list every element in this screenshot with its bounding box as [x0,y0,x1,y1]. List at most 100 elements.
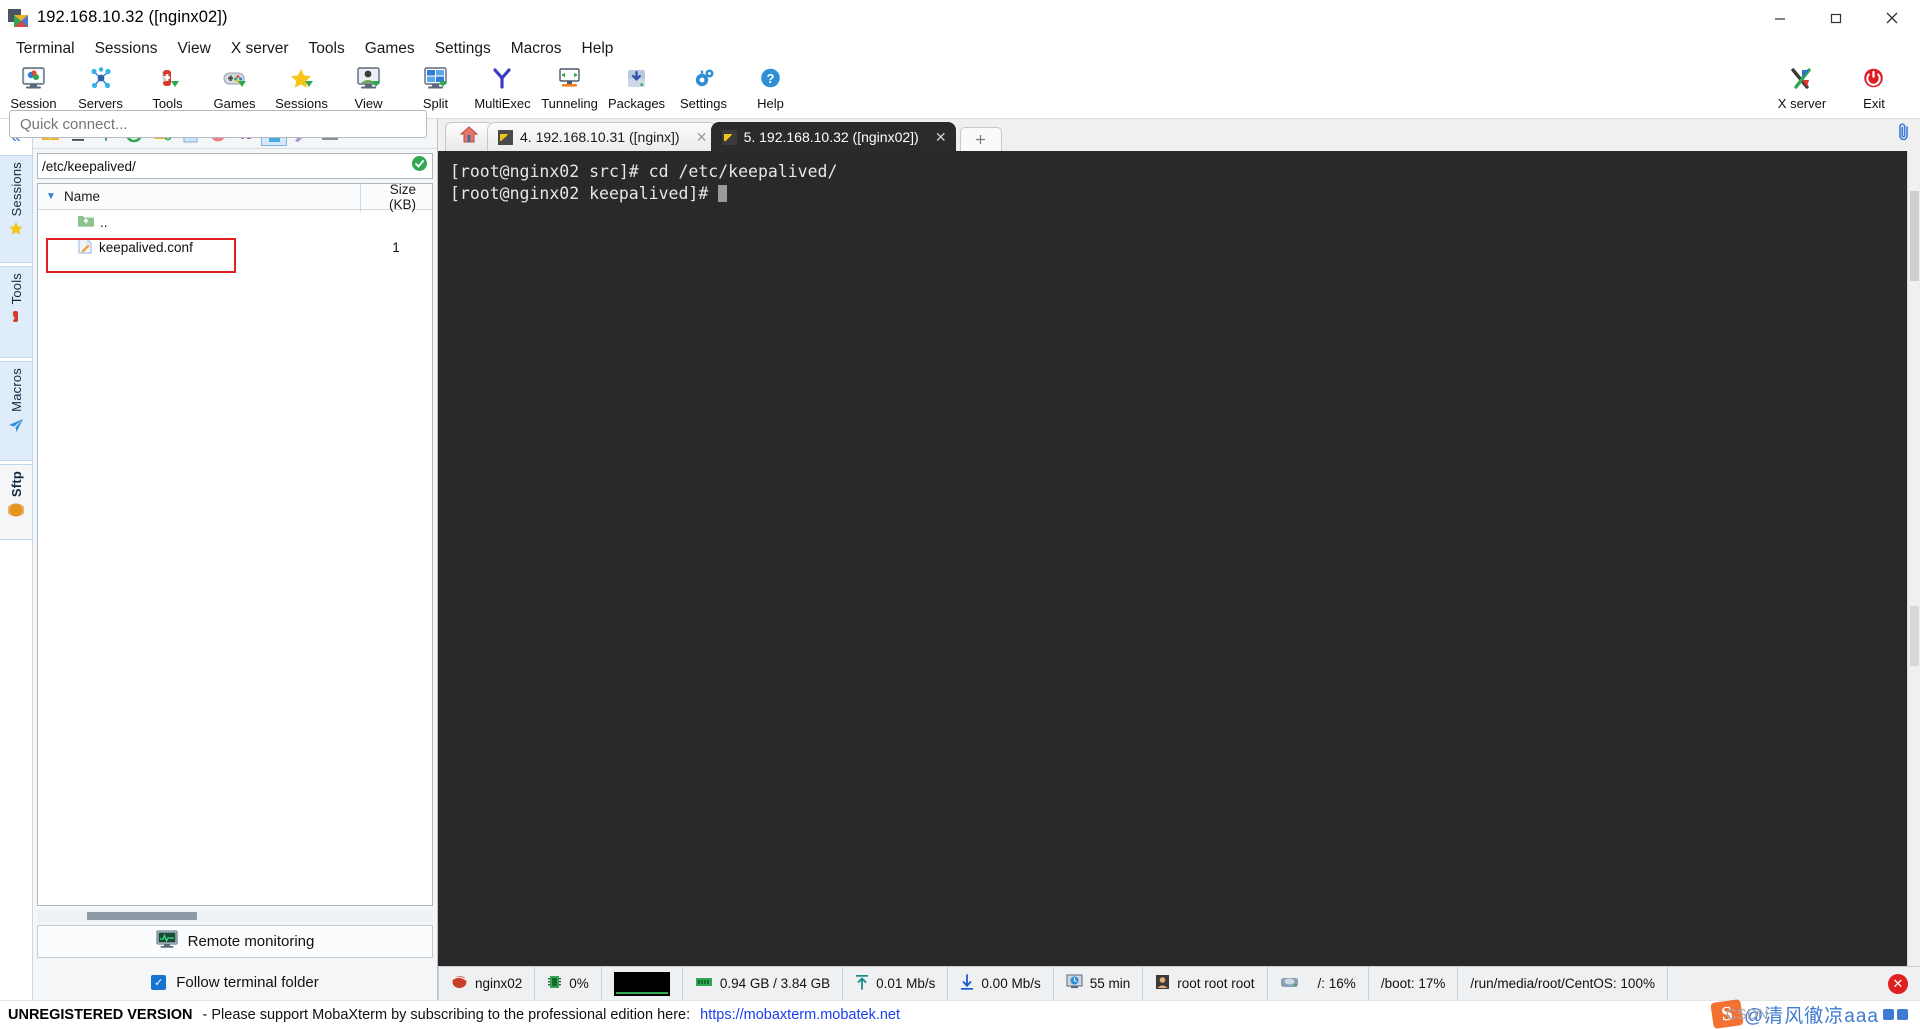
settings-gear-icon [691,64,717,94]
highlight-box [46,238,236,273]
exit-power-icon [1861,64,1887,94]
close-icon[interactable]: ✕ [694,129,710,146]
tab-bar: 4. 192.168.10.31 ([nginx]) ✕ 5. 192.168.… [438,119,1920,151]
menu-view[interactable]: View [167,36,220,61]
terminal-tab-icon [498,129,513,145]
menu-sessions[interactable]: Sessions [85,36,168,61]
cpu-icon [547,974,562,993]
packages-icon [624,64,650,94]
plane-icon [8,417,24,435]
sort-desc-icon[interactable]: ▼ [38,191,64,202]
toolbar-help-button[interactable]: ? Help [737,64,804,111]
upload-icon [855,974,869,994]
new-tab-button[interactable] [959,127,1002,151]
toolbar-view-label: View [354,96,383,111]
toolbar-multiexec-button[interactable]: MultiExec [469,64,536,111]
toolbar-games-button[interactable]: Games [201,64,268,111]
help-icon: ? [758,64,784,94]
star-icon [8,221,24,239]
close-icon[interactable]: ✕ [933,129,949,146]
servers-icon [88,64,114,94]
sessions-star-icon [289,64,315,94]
list-item-size: 1 [392,240,400,255]
toolbar-right-group: X server Exit [1766,64,1910,111]
view-icon [356,64,382,94]
menu-help[interactable]: Help [572,36,624,61]
window-title: 192.168.10.32 ([nginx02]) [37,8,228,26]
toolbar-help-label: Help [757,96,784,111]
toolbar-view-button[interactable]: View [335,64,402,111]
scrollbar-thumb[interactable] [1910,191,1919,281]
menu-terminal[interactable]: Terminal [6,36,85,61]
toolbar-session-button[interactable]: Session [0,64,67,111]
toolbar-settings-button[interactable]: Settings [670,64,737,111]
sftp-path-text: /etc/keepalived/ [42,158,136,174]
toolbar-tunneling-button[interactable]: Tunneling [536,64,603,111]
sidebar-item-sessions[interactable]: Sessions [0,155,33,263]
toolbar-split-button[interactable]: Split [402,64,469,111]
title-bar: 192.168.10.32 ([nginx02]) [0,0,1920,36]
home-tab[interactable] [445,122,493,151]
scrollbar-thumb[interactable] [87,912,197,920]
maximize-button[interactable] [1808,0,1864,36]
column-name[interactable]: Name [64,189,360,204]
toolbar-packages-button[interactable]: Packages [603,64,670,111]
terminal-line-1: [root@nginx02 src]# cd /etc/keepalived/ [450,162,838,181]
footer-message: - Please support MobaXterm by subscribin… [202,1007,691,1023]
paperclip-icon[interactable] [1896,122,1912,147]
column-size[interactable]: Size (KB) [360,181,432,212]
status-memory: 0.94 GB / 3.84 GB [683,966,844,1001]
toolbar-servers-label: Servers [78,96,123,111]
sftp-path-bar[interactable]: /etc/keepalived/ [37,153,433,179]
terminal-vertical-scrollbar[interactable] [1907,151,1920,966]
remote-monitoring-label: Remote monitoring [187,933,315,950]
status-cpu-text: 0% [569,976,589,991]
minimize-button[interactable] [1752,0,1808,36]
sidebar-item-sftp[interactable]: Sftp [0,464,33,540]
side-tab-strip: « Sessions Tools Macros Sftp [0,119,33,1000]
toolbar-games-label: Games [213,96,256,111]
status-close-button[interactable]: ✕ [1888,973,1908,994]
toolbar-x-server-button[interactable]: X server [1766,64,1838,111]
scrollbar-thumb-secondary[interactable] [1910,606,1919,666]
terminal-output[interactable]: [root@nginx02 src]# cd /etc/keepalived/ … [438,151,1907,966]
follow-terminal-folder-checkbox[interactable]: ✓ [151,974,167,990]
follow-terminal-folder-row[interactable]: ✓ Follow terminal folder [33,964,437,1000]
status-uptime: 55 min [1054,966,1144,1001]
main-area: « Sessions Tools Macros Sftp [0,119,1920,1001]
sftp-file-list[interactable]: ▼ Name Size (KB) .. keepalived.conf 1 [37,181,433,906]
toolbar-tools-button[interactable]: Tools [134,64,201,111]
user-icon [1155,974,1170,993]
sftp-horizontal-scrollbar[interactable] [37,910,433,922]
sidebar-item-tools[interactable]: Tools [0,266,33,358]
status-disk-root: /: 16% [1268,966,1369,1001]
sidebar-item-macros[interactable]: Macros [0,361,33,461]
quick-connect-input[interactable] [10,115,426,133]
tab-session-4[interactable]: 4. 192.168.10.31 ([nginx]) ✕ [487,122,717,151]
menu-bar: Terminal Sessions View X server Tools Ga… [0,36,1920,61]
quick-connect-field[interactable] [9,110,427,138]
menu-games[interactable]: Games [355,36,425,61]
status-disk-boot: /boot: 17% [1369,966,1459,1001]
toolbar-exit-button[interactable]: Exit [1838,64,1910,111]
remote-monitoring-button[interactable]: Remote monitoring [37,925,433,958]
window-controls [1752,0,1920,36]
list-item[interactable]: .. [38,210,432,235]
ram-icon [695,975,713,992]
follow-terminal-folder-label: Follow terminal folder [176,973,319,991]
menu-settings[interactable]: Settings [425,36,501,61]
menu-tools[interactable]: Tools [299,36,355,61]
status-user-text: root root root [1177,976,1255,991]
host-icon [451,974,468,993]
menu-macros[interactable]: Macros [501,36,572,61]
toolbar-sessions-button[interactable]: Sessions [268,64,335,111]
status-cpu: 0% [535,966,602,1001]
session-icon [21,64,47,94]
footer-link[interactable]: https://mobaxterm.mobatek.net [700,1007,900,1023]
tab-session-5-label: 5. 192.168.10.32 ([nginx02]) [743,129,919,145]
close-button[interactable] [1864,0,1920,36]
toolbar-servers-button[interactable]: Servers [67,64,134,111]
tab-session-5[interactable]: 5. 192.168.10.32 ([nginx02]) ✕ [710,122,956,151]
menu-x-server[interactable]: X server [221,36,299,61]
globe-icon [7,502,25,520]
